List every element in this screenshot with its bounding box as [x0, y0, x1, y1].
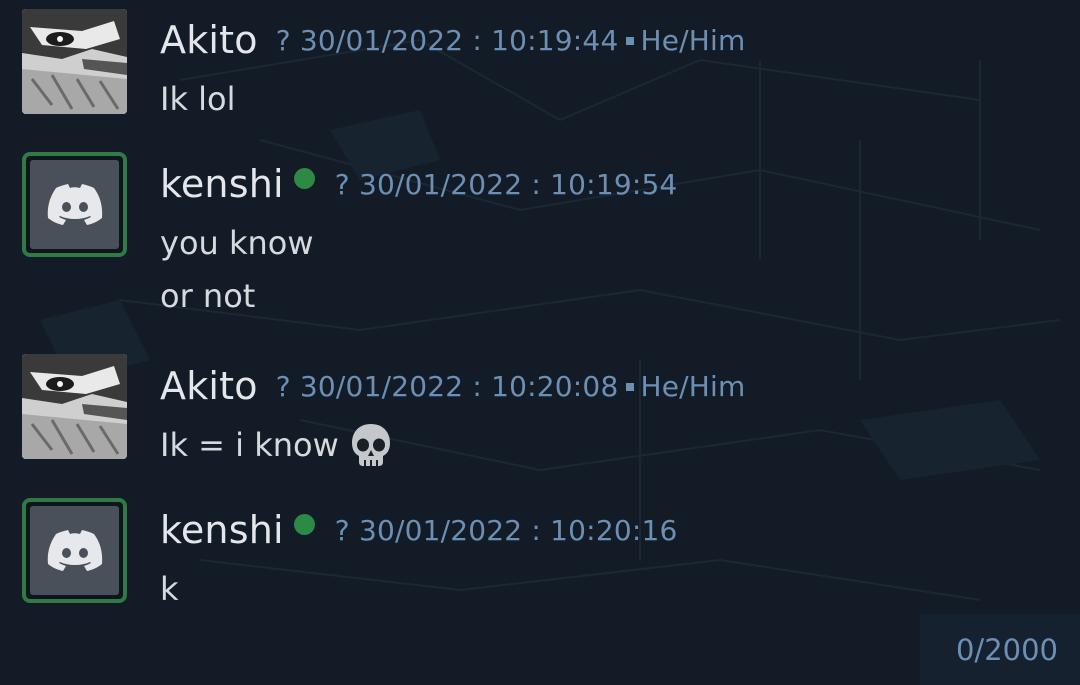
- message-text: Ik = i know: [160, 426, 339, 464]
- discord-logo-icon: [47, 529, 102, 571]
- message-line: Ik lol: [160, 80, 236, 118]
- timestamp: 30/01/2022 : 10:20:08: [299, 369, 619, 403]
- user-avatar[interactable]: [22, 498, 127, 603]
- online-status-icon: [293, 167, 315, 189]
- manga-avatar: [22, 9, 127, 114]
- message-line: you know: [160, 224, 314, 262]
- message-line: k: [160, 570, 179, 608]
- timestamp: 30/01/2022 : 10:19:54: [358, 167, 678, 201]
- author-name[interactable]: Akito: [160, 364, 258, 408]
- message-meta: ? 30/01/2022 : 10:20:08 He/Him: [276, 370, 746, 403]
- message-line: Ik = i know: [160, 420, 393, 470]
- avatar-background: [30, 506, 119, 595]
- user-avatar[interactable]: [22, 354, 127, 459]
- user-avatar[interactable]: [22, 152, 127, 257]
- character-counter: 0/2000: [920, 614, 1080, 685]
- meta-prefix: ?: [275, 369, 291, 403]
- timestamp: 30/01/2022 : 10:19:44: [299, 23, 619, 57]
- message-line: or not: [160, 277, 256, 315]
- author-name[interactable]: kenshi: [160, 508, 284, 552]
- pronouns: He/Him: [640, 369, 746, 403]
- message-meta: ? 30/01/2022 : 10:19:54: [335, 168, 678, 201]
- skull-icon: [351, 424, 390, 466]
- avatar-background: [30, 160, 119, 249]
- separator-dot: [626, 36, 635, 45]
- message-meta: ? 30/01/2022 : 10:20:16: [335, 514, 678, 547]
- separator-dot: [626, 382, 635, 391]
- meta-prefix: ?: [334, 167, 350, 201]
- discord-logo-icon: [47, 183, 102, 225]
- user-avatar[interactable]: [22, 9, 127, 114]
- meta-prefix: ?: [334, 513, 350, 547]
- meta-prefix: ?: [275, 23, 291, 57]
- author-name[interactable]: Akito: [160, 18, 258, 62]
- online-status-icon: [293, 513, 315, 535]
- timestamp: 30/01/2022 : 10:20:16: [358, 513, 678, 547]
- author-name[interactable]: kenshi: [160, 162, 284, 206]
- manga-avatar: [22, 354, 127, 459]
- pronouns: He/Him: [640, 23, 746, 57]
- message-meta: ? 30/01/2022 : 10:19:44 He/Him: [276, 24, 746, 57]
